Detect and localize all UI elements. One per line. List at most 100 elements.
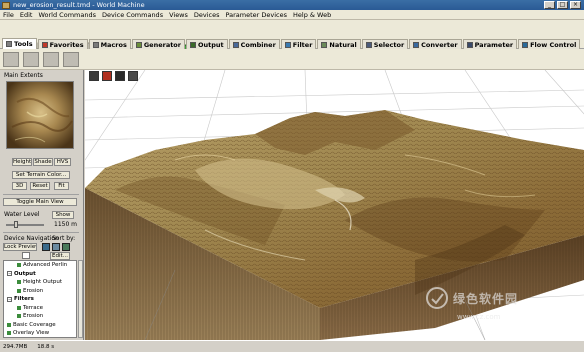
tab-label: Combiner: [240, 40, 276, 49]
tab-label: Generator: [143, 40, 181, 49]
status-time: 18.8 s: [37, 343, 55, 350]
reset-button[interactable]: Reset: [30, 182, 50, 190]
menu-device-commands[interactable]: Device Commands: [99, 11, 166, 19]
render-mode-icon[interactable]: [89, 71, 99, 81]
tab-label: Selector: [373, 40, 405, 49]
tab-icon: [6, 41, 12, 47]
terrain-preview[interactable]: [6, 81, 74, 149]
watermark: 绿色软件园: [425, 286, 518, 310]
main-extents-label: Main Extents: [4, 72, 43, 79]
tab-icon: [413, 41, 420, 48]
device-node-icon: [17, 280, 21, 284]
toggle-main-view-button[interactable]: Toggle Main View: [3, 198, 77, 206]
palette-slot-4[interactable]: [63, 52, 79, 67]
tab-label: Macros: [100, 40, 127, 49]
device-palette: [0, 49, 584, 70]
tab-label: Natural: [329, 40, 357, 49]
tab-natural[interactable]: Natural: [317, 39, 361, 49]
tab-combiner[interactable]: Combiner: [228, 39, 280, 49]
3d-button[interactable]: 3D: [12, 182, 27, 190]
menu-file[interactable]: File: [0, 11, 17, 19]
tree-item[interactable]: Basic Coverage: [7, 322, 56, 328]
hvs-view-button[interactable]: HVS: [54, 158, 71, 166]
tree-item[interactable]: Height Output: [17, 279, 62, 285]
menu-edit[interactable]: Edit: [17, 11, 36, 19]
tab-icon: [466, 41, 473, 48]
close-button[interactable]: ×: [570, 1, 581, 9]
divider: [3, 232, 79, 233]
tree-item-label: Advanced Perlin: [23, 262, 68, 268]
tab-generator[interactable]: Generator: [131, 39, 185, 49]
tree-item[interactable]: Terrace: [17, 305, 43, 311]
tree-scrollbar[interactable]: [78, 260, 83, 338]
filter-checkbox[interactable]: [22, 252, 30, 259]
sort-type-icon[interactable]: [62, 243, 70, 251]
tab-icon: [522, 41, 529, 48]
tree-item-label: Overlay View: [13, 330, 50, 336]
tab-converter[interactable]: Converter: [409, 39, 462, 49]
sort-list-icon[interactable]: [52, 243, 60, 251]
menu-help-web[interactable]: Help & Web: [290, 11, 334, 19]
tab-icon: [92, 41, 99, 48]
palette-slot-3[interactable]: [43, 52, 59, 67]
tab-parameter[interactable]: Parameter: [462, 39, 518, 49]
tab-icon: [135, 41, 142, 48]
lighting-icon[interactable]: [102, 71, 112, 81]
set-terrain-color-button[interactable]: Set Terrain Color...: [12, 171, 70, 179]
tree-item-label: Terrace: [23, 304, 44, 311]
tree-item-label: Erosion: [23, 313, 44, 319]
tab-output[interactable]: Output: [185, 39, 228, 49]
tab-icon: [365, 41, 372, 48]
menu-views[interactable]: Views: [166, 11, 191, 19]
tab-label: Flow Control: [530, 40, 577, 49]
grid-toggle-icon[interactable]: [115, 71, 125, 81]
menu-parameter-devices[interactable]: Parameter Devices: [223, 11, 291, 19]
tab-icon: [321, 41, 328, 48]
water-show-button[interactable]: Show: [52, 211, 74, 219]
minimize-button[interactable]: _: [544, 1, 555, 9]
water-level-value: 1150 m: [54, 221, 78, 228]
water-level-slider[interactable]: [6, 224, 44, 226]
tab-tools[interactable]: Tools: [2, 38, 37, 49]
viewport-toolbar: [89, 71, 138, 81]
tab-flow-control[interactable]: Flow Control: [518, 39, 581, 49]
tab-icon: [41, 41, 48, 48]
edit-button[interactable]: Edit...: [50, 252, 70, 260]
device-navigation-label: Device Navigation: [4, 235, 59, 242]
collapse-icon[interactable]: −: [7, 271, 12, 276]
tab-label: Output: [197, 40, 224, 49]
tree-item[interactable]: − Filters: [7, 296, 34, 302]
device-node-icon: [17, 263, 21, 267]
lock-preview-button[interactable]: Lock Preview: [3, 243, 37, 251]
device-tree[interactable]: Advanced Perlin − Output Height Output Erosi…: [3, 260, 77, 338]
tree-item-label: Filters: [14, 296, 34, 302]
tree-item-label: Output: [14, 270, 36, 277]
sort-grid-icon[interactable]: [42, 243, 50, 251]
camera-icon[interactable]: [128, 71, 138, 81]
tree-item[interactable]: Advanced Perlin: [17, 262, 67, 268]
device-node-icon: [17, 305, 21, 310]
tree-item[interactable]: Erosion: [17, 313, 43, 319]
palette-slot-2[interactable]: [23, 52, 39, 67]
height-view-button[interactable]: Height: [12, 158, 32, 166]
toolbar-area: Tools Favorites Macros Generator Output Combi…: [0, 20, 584, 59]
shade-view-button[interactable]: Shade: [33, 158, 53, 166]
tree-item[interactable]: Erosion: [17, 288, 43, 294]
palette-slot-1[interactable]: [3, 52, 19, 67]
tab-favorites[interactable]: Favorites: [37, 39, 88, 49]
tree-item[interactable]: − Output: [7, 271, 36, 277]
menu-world-commands[interactable]: World Commands: [35, 11, 99, 19]
watermark-logo-icon: [426, 287, 448, 309]
tab-label: Filter: [292, 40, 313, 49]
water-level-slider-thumb[interactable]: [14, 221, 18, 228]
window-title: new_erosion_result.tmd - World Machine: [13, 1, 145, 9]
tab-selector[interactable]: Selector: [361, 39, 409, 49]
menu-devices[interactable]: Devices: [191, 11, 223, 19]
tab-macros[interactable]: Macros: [88, 39, 131, 49]
tab-filter[interactable]: Filter: [280, 39, 317, 49]
tab-icon: [232, 41, 239, 48]
fit-button[interactable]: Fit: [54, 182, 69, 190]
tree-item[interactable]: Overlay View: [7, 330, 49, 336]
maximize-button[interactable]: □: [557, 1, 568, 9]
collapse-icon[interactable]: −: [7, 296, 12, 302]
